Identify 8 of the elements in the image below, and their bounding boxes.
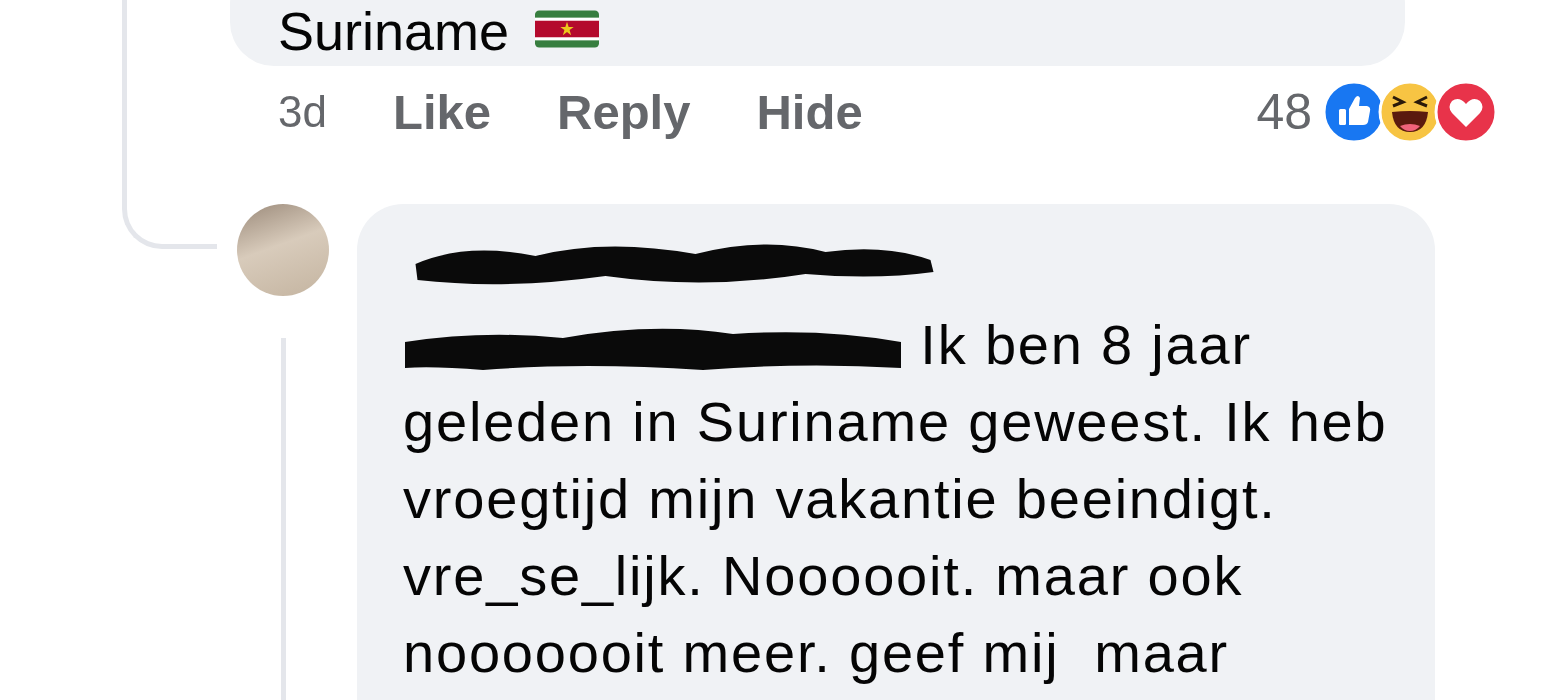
comment-text: Suriname [278,4,510,58]
comment-action-link[interactable]: Hide [756,84,863,140]
comment-time: 3d [278,87,327,137]
reaction-count: 48 [1256,83,1312,141]
reply-text: Ik ben 8 jaar geleden in Suriname geweest. Ik heb vroegtijd mijn vakantie beeindigt. vre_se_lijk. Noooooit. maar ook nooooooit meer. geef mij maar [403,312,1389,686]
comment-action-link[interactable]: Reply [557,84,691,140]
flag-icon [535,10,600,48]
comment-action-link[interactable]: Like [392,84,491,140]
